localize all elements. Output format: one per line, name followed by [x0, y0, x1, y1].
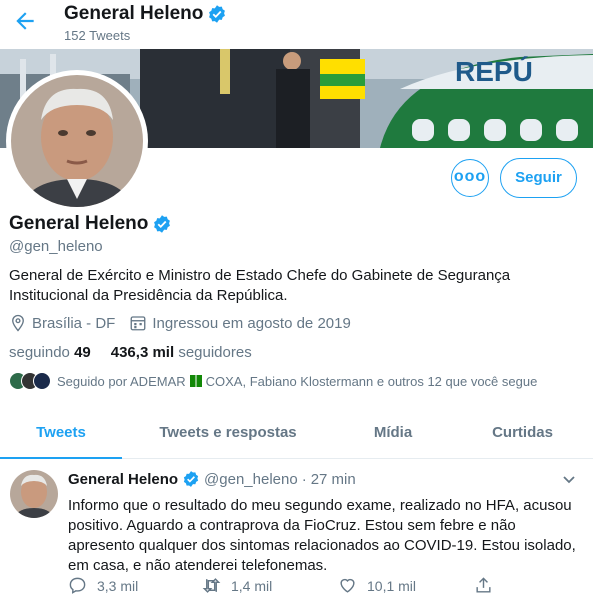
profile-stats: seguindo 49 436,3 mil seguidores [9, 344, 252, 361]
retweet-count: 1,4 mil [231, 577, 273, 594]
share-icon [476, 577, 491, 593]
following-count: 49 [74, 344, 91, 361]
chevron-down-icon[interactable] [561, 471, 577, 487]
tweet-time[interactable]: 27 min [311, 471, 356, 488]
tweet-separator: · [301, 470, 307, 488]
followed-by-suffix: COXA, Fabiano Klostermann e outros 12 qu… [205, 373, 538, 389]
tweet-count: 152 Tweets [64, 28, 131, 43]
verified-badge-icon [182, 470, 200, 488]
like-icon [340, 578, 355, 593]
bio-line: General de Exército e Ministro de Estado… [9, 267, 511, 284]
tweet-line: Informo que o resultado do meu segundo e… [68, 497, 572, 514]
followers-link[interactable]: 436,3 mil seguidores [111, 344, 252, 361]
followed-by-avatars [9, 372, 51, 390]
reply-icon [69, 577, 86, 594]
profile-name: General Heleno [9, 213, 149, 234]
header-name: General Heleno [64, 3, 204, 24]
tab-media[interactable]: Mídia [334, 410, 452, 458]
reply-count: 3,3 mil [97, 577, 139, 594]
reply-button[interactable]: 3,3 mil [68, 576, 138, 595]
like-count: 10,1 mil [367, 577, 417, 594]
following-label: seguindo [9, 344, 70, 361]
followed-by-prefix: Seguido por ADEMAR [57, 373, 186, 389]
tweet-author-handle[interactable]: @gen_heleno [204, 471, 298, 488]
bio-line: Institucional da Presidência da Repúblic… [9, 287, 288, 304]
tab-tweets-replies[interactable]: Tweets e respostas [122, 410, 334, 458]
profile-handle: @gen_heleno [9, 238, 103, 255]
share-button[interactable] [474, 576, 503, 595]
verified-badge-icon [152, 214, 172, 234]
profile-avatar[interactable] [6, 70, 148, 212]
retweet-icon [202, 578, 221, 593]
tab-likes[interactable]: Curtidas [452, 410, 593, 458]
tab-tweets[interactable]: Tweets [0, 410, 122, 459]
avatar [33, 372, 51, 390]
follow-button[interactable]: Seguir [500, 158, 577, 198]
tweet-line: positivo. Aguardo a contraprova da FioCr… [68, 517, 516, 534]
location-icon [9, 314, 27, 332]
tweet-line: apresento qualquer dos sintomas relacion… [68, 537, 576, 554]
back-arrow-icon[interactable] [12, 8, 38, 34]
following-link[interactable]: seguindo 49 [9, 344, 91, 361]
more-options-button[interactable]: ooo [451, 159, 489, 197]
tweet-author-name[interactable]: General Heleno [68, 471, 178, 488]
tweet-header: General Heleno @gen_heleno · 27 min [68, 470, 356, 488]
tweet-text: Informo que o resultado do meu segundo e… [68, 496, 583, 576]
profile-location: Brasília - DF [32, 314, 116, 332]
tweet-avatar[interactable] [10, 470, 58, 518]
profile-tabs: Tweets Tweets e respostas Mídia Curtidas [0, 410, 593, 459]
like-button[interactable]: 10,1 mil [338, 576, 416, 595]
top-bar: General Heleno 152 Tweets [0, 0, 593, 49]
followed-by[interactable]: Seguido por ADEMAR COXA, Fabiano Kloster… [9, 372, 537, 390]
retweet-button[interactable]: 1,4 mil [202, 576, 272, 595]
profile-bio: General de Exército e Ministro de Estado… [9, 266, 579, 306]
tweet-line: em casa, e não atenderei telefonemas. [68, 557, 328, 574]
calendar-icon [129, 314, 147, 332]
followers-count: 436,3 mil [110, 344, 175, 361]
profile-meta: Brasília - DF Ingressou em agosto de 201… [9, 314, 351, 332]
flag-icon [189, 375, 202, 387]
verified-badge-icon [207, 4, 227, 24]
followers-label: seguidores [178, 344, 252, 361]
profile-joined: Ingressou em agosto de 2019 [152, 314, 351, 332]
svg-text:REPÚ: REPÚ [455, 56, 533, 87]
tweet-actions: 3,3 mil 1,4 mil 10,1 mil [66, 576, 496, 598]
